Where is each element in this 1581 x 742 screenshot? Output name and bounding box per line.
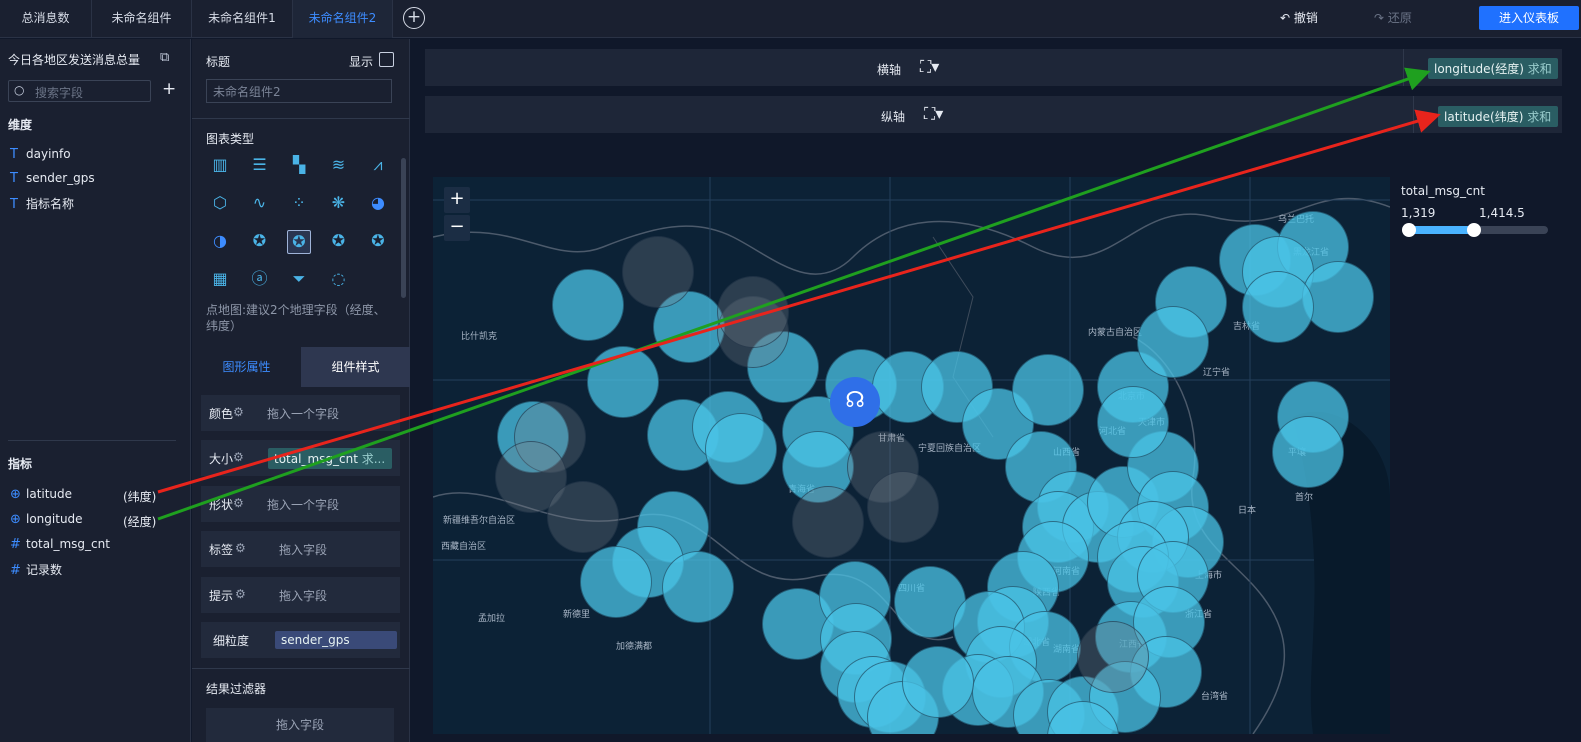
green-arrow [157,67,1431,521]
red-arrow [157,109,1441,494]
annotation-arrows [157,67,1441,521]
